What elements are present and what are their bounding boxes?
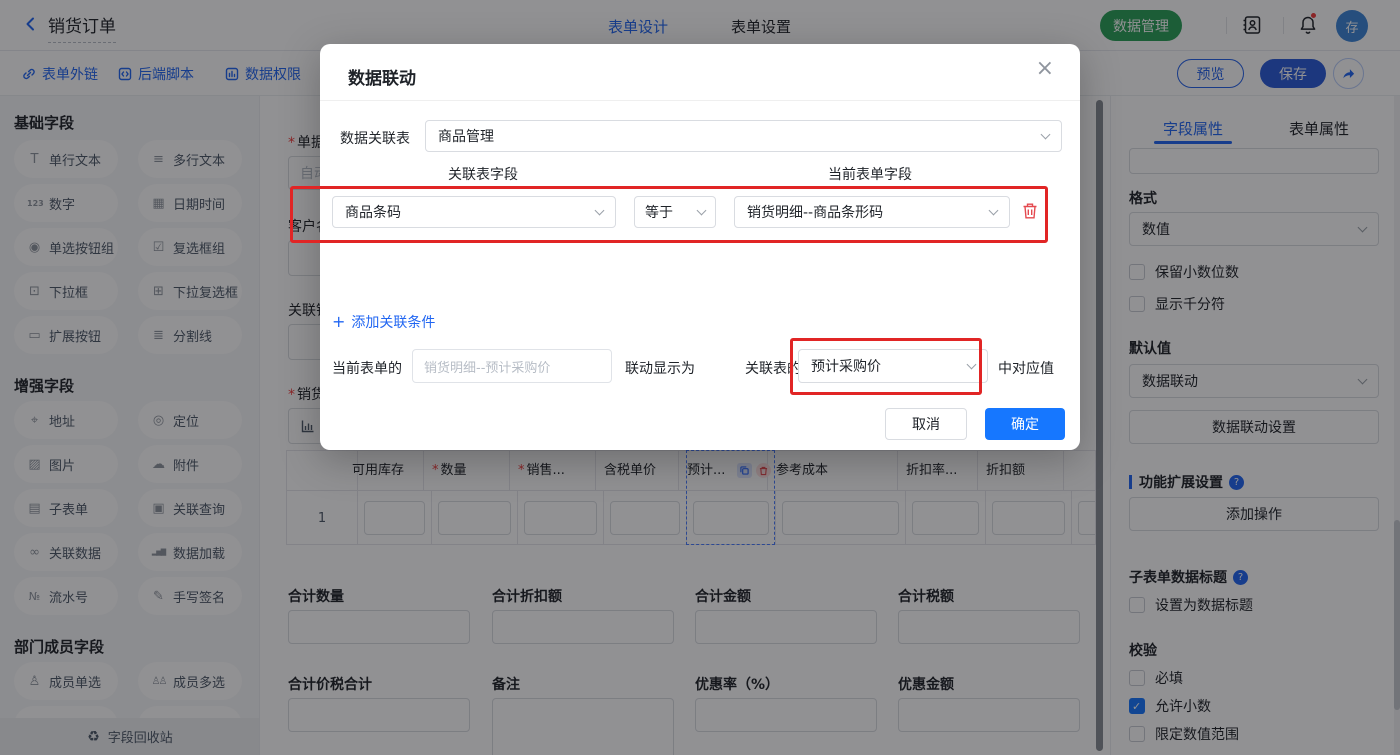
- annotation-related-field: [790, 338, 982, 395]
- modal-title: 数据联动: [348, 64, 416, 89]
- plus-icon: +: [332, 314, 345, 330]
- modal-header-divider: [320, 100, 1080, 101]
- right-column-header: 当前表单字段: [828, 164, 912, 184]
- chevron-down-icon: [1041, 129, 1051, 139]
- corresponding-value-suffix: 中对应值: [998, 358, 1054, 378]
- current-field-input[interactable]: 销货明细--预计采购价: [412, 349, 612, 383]
- current-form-prefix: 当前表单的: [332, 358, 402, 378]
- annotation-condition-row: [290, 186, 1048, 243]
- relation-table-label: 数据关联表: [340, 128, 410, 148]
- confirm-button[interactable]: 确定: [985, 408, 1065, 440]
- app-root: 销货订单 表单设计 表单设置 数据管理 存: [0, 0, 1400, 755]
- linkage-display-label: 联动显示为: [625, 358, 695, 378]
- left-column-header: 关联表字段: [448, 164, 518, 184]
- relation-table-select[interactable]: 商品管理: [425, 120, 1062, 152]
- close-icon[interactable]: ×: [1036, 58, 1054, 80]
- add-condition-link[interactable]: + 添加关联条件: [332, 312, 435, 332]
- cancel-button[interactable]: 取消: [885, 408, 967, 440]
